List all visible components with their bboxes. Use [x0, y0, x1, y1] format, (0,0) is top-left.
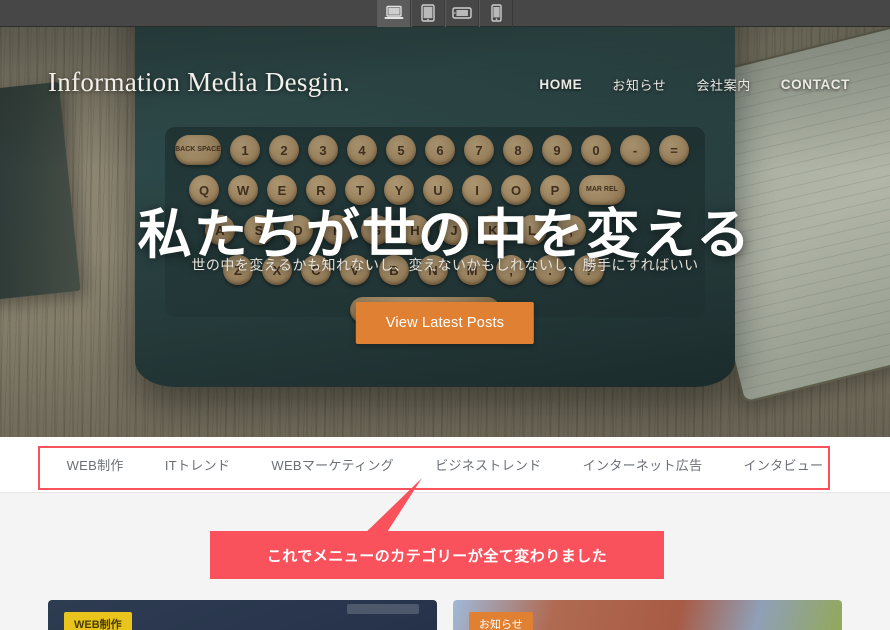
annotation-text: これでメニューのカテゴリーが全て変わりました	[266, 547, 608, 565]
main-navigation: HOME お知らせ 会社案内 CONTACT	[539, 75, 850, 94]
view-latest-posts-button[interactable]: View Latest Posts	[355, 302, 535, 344]
category-item-web-production[interactable]: WEB制作	[67, 455, 124, 474]
post-card-badge: WEB制作	[64, 612, 132, 630]
nav-item-contact[interactable]: CONTACT	[781, 77, 850, 92]
category-item-interview[interactable]: インタビュー	[744, 455, 824, 474]
category-menu-list: WEB制作 ITトレンド WEBマーケティング ビジネストレンド インターネット…	[0, 437, 890, 492]
hero-subtitle: 世の中を変えるかも知れないし、変えないかもしれないし、勝手にすればいい	[191, 257, 699, 273]
nav-item-home[interactable]: HOME	[539, 77, 582, 92]
category-menu-bar: WEB制作 ITトレンド WEBマーケティング ビジネストレンド インターネット…	[0, 437, 890, 493]
post-card-list: WEB制作 お知らせ	[0, 600, 890, 630]
device-toolbar	[0, 0, 890, 27]
card-thumbnail-accent	[347, 604, 419, 614]
device-button-tablet-landscape[interactable]	[445, 0, 479, 27]
nav-item-news[interactable]: お知らせ	[612, 75, 666, 94]
tablet-portrait-icon	[421, 4, 435, 22]
category-item-it-trend[interactable]: ITトレンド	[165, 455, 230, 474]
nav-item-company[interactable]: 会社案内	[696, 75, 750, 94]
mobile-icon	[490, 4, 502, 22]
post-card[interactable]: WEB制作	[48, 600, 437, 630]
device-button-mobile[interactable]	[479, 0, 513, 27]
category-item-internet-ads[interactable]: インターネット広告	[583, 455, 703, 474]
laptop-icon	[384, 5, 404, 21]
device-button-tablet-portrait[interactable]	[411, 0, 445, 27]
tablet-landscape-icon	[452, 6, 472, 20]
hero-section: BACK SPACE 1 2 3 4 5 6 7 8 9 0 - = Q W E…	[0, 27, 890, 437]
category-item-web-marketing[interactable]: WEBマーケティング	[271, 455, 394, 474]
category-item-business-trend[interactable]: ビジネストレンド	[435, 455, 541, 474]
annotation-banner: これでメニューのカテゴリーが全て変わりました	[210, 531, 664, 579]
device-button-desktop[interactable]	[377, 0, 411, 27]
site-logo[interactable]: Information Media Desgin.	[48, 67, 350, 98]
post-card[interactable]: お知らせ	[453, 600, 842, 630]
post-card-badge: お知らせ	[469, 612, 533, 630]
